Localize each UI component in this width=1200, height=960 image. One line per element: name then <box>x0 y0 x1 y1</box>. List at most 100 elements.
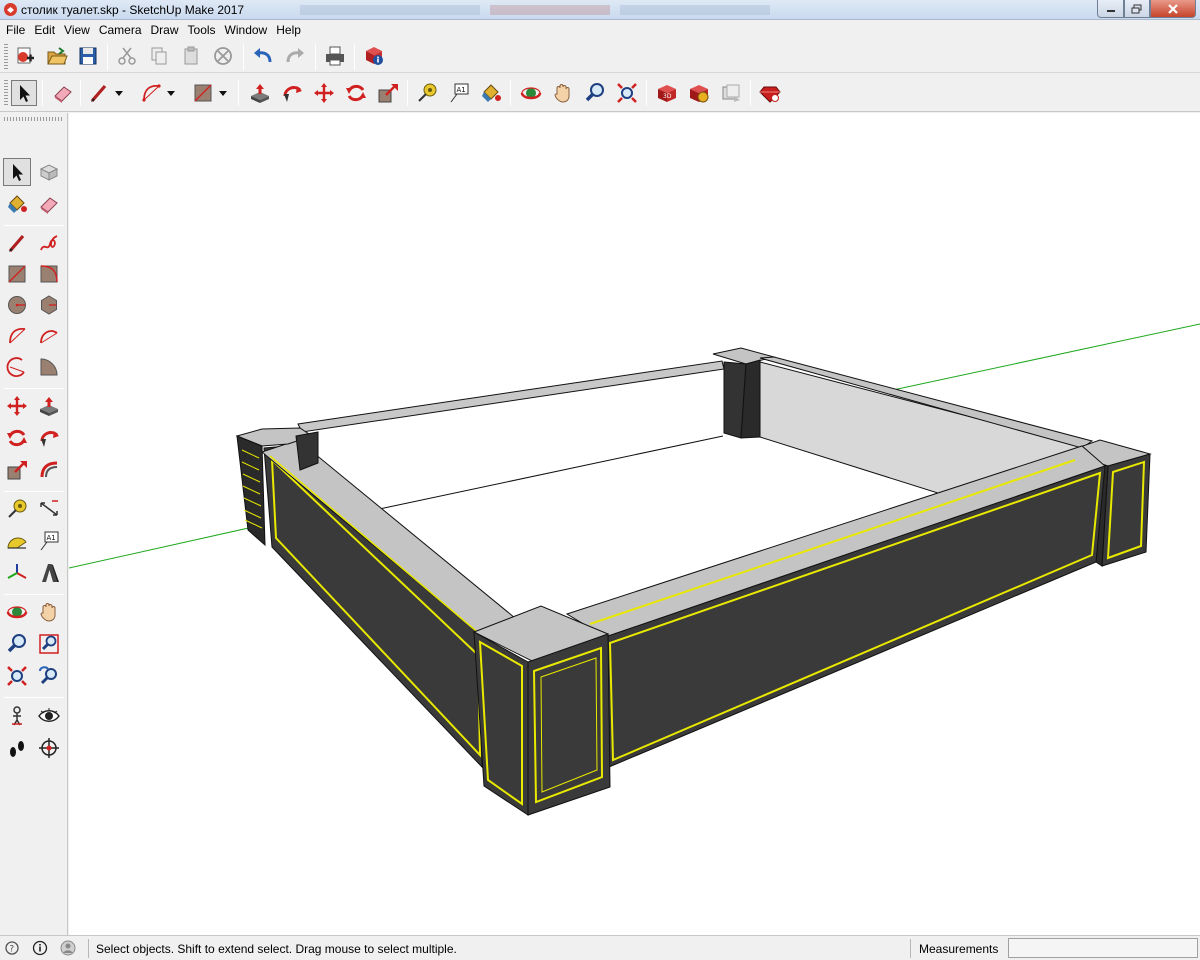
scale-tool-button[interactable] <box>3 456 31 484</box>
menu-draw[interactable]: Draw <box>151 23 185 37</box>
menu-camera[interactable]: Camera <box>99 23 148 37</box>
menu-file[interactable]: File <box>6 23 31 37</box>
layout-button[interactable] <box>718 80 744 106</box>
follow-me-tool-button[interactable] <box>279 80 305 106</box>
offset-tool-button[interactable] <box>35 456 63 484</box>
rotated-rectangle-tool-button[interactable] <box>35 260 63 288</box>
menu-window[interactable]: Window <box>225 23 274 37</box>
menu-help[interactable]: Help <box>276 23 307 37</box>
line-tool-button[interactable] <box>86 80 112 106</box>
arc-tool-button[interactable] <box>3 322 31 350</box>
two-point-arc-tool-button[interactable] <box>35 322 63 350</box>
scale-tool-button[interactable] <box>375 80 401 106</box>
toolbar-grip[interactable] <box>4 117 64 121</box>
pan-tool-button[interactable] <box>550 80 576 106</box>
push-pull-tool-button[interactable] <box>247 80 273 106</box>
text-icon: A1 <box>40 531 59 551</box>
toolbar-grip[interactable] <box>4 44 8 70</box>
close-button[interactable] <box>1150 0 1196 18</box>
look-around-tool-button[interactable] <box>35 702 63 730</box>
zoom-extents-icon <box>7 666 27 686</box>
cut-button[interactable] <box>114 43 140 69</box>
axes-tool-button[interactable] <box>3 559 31 587</box>
restore-button[interactable] <box>1124 0 1150 18</box>
orbit-tool-button[interactable] <box>3 598 31 626</box>
menu-view[interactable]: View <box>64 23 96 37</box>
redo-button[interactable] <box>282 43 308 69</box>
walk-tool-button[interactable] <box>3 734 31 762</box>
measurements-input[interactable] <box>1008 938 1198 958</box>
menu-edit[interactable]: Edit <box>34 23 61 37</box>
tape-measure-tool-button[interactable] <box>3 495 31 523</box>
eraser-tool-button[interactable] <box>50 80 76 106</box>
line-tool-button[interactable] <box>3 229 31 257</box>
select-icon <box>13 164 23 181</box>
orbit-tool-button[interactable] <box>518 80 544 106</box>
new-file-button[interactable] <box>12 43 38 69</box>
3d-text-tool-button[interactable] <box>35 559 63 587</box>
move-tool-button[interactable] <box>311 80 337 106</box>
erase-button[interactable] <box>210 43 236 69</box>
zoom-tool-button[interactable] <box>3 630 31 658</box>
select-icon <box>20 85 30 102</box>
geo-location-icon[interactable]: ? <box>4 940 20 956</box>
tape-measure-tool-button[interactable] <box>414 80 440 106</box>
select-tool-button[interactable] <box>11 80 37 106</box>
print-button[interactable] <box>322 43 348 69</box>
rectangle-icon <box>8 265 26 283</box>
pan-tool-button[interactable] <box>35 598 63 626</box>
rectangle-icon <box>194 84 212 102</box>
move-tool-button[interactable] <box>3 392 31 420</box>
push-pull-tool-button[interactable] <box>35 392 63 420</box>
undo-button[interactable] <box>250 43 276 69</box>
3d-warehouse-button[interactable]: 3D <box>654 80 680 106</box>
rotate-tool-button[interactable] <box>3 424 31 452</box>
save-button[interactable] <box>75 43 101 69</box>
svg-text:A1: A1 <box>457 86 466 94</box>
rectangle-tool-button[interactable] <box>3 260 31 288</box>
model-info-button[interactable] <box>361 43 387 69</box>
zoom-icon <box>585 83 604 102</box>
two-point-arc-icon <box>40 330 58 344</box>
rectangle-dropdown[interactable] <box>218 80 228 106</box>
text-tool-button[interactable]: A1 <box>446 80 472 106</box>
extension-warehouse-button[interactable] <box>686 80 712 106</box>
circle-tool-button[interactable] <box>3 291 31 319</box>
follow-me-tool-button[interactable] <box>35 424 63 452</box>
three-point-arc-tool-button[interactable] <box>3 353 31 381</box>
line-dropdown[interactable] <box>114 80 124 106</box>
paint-bucket-tool-button[interactable] <box>478 80 504 106</box>
open-button[interactable] <box>44 43 70 69</box>
pie-tool-button[interactable] <box>35 353 63 381</box>
previous-view-button[interactable] <box>35 662 63 690</box>
copy-button[interactable] <box>146 43 172 69</box>
eraser-tool-button[interactable] <box>35 190 63 218</box>
section-plane-tool-button[interactable] <box>35 734 63 762</box>
position-camera-tool-button[interactable] <box>3 702 31 730</box>
3d-viewport[interactable] <box>69 113 1200 935</box>
ruby-console-button[interactable] <box>757 80 783 106</box>
rotate-tool-button[interactable] <box>343 80 369 106</box>
text-tool-button[interactable]: A1 <box>35 527 63 555</box>
arc-tool-button[interactable] <box>138 80 164 106</box>
menu-tools[interactable]: Tools <box>188 23 222 37</box>
user-account-icon[interactable] <box>60 940 76 956</box>
make-component-button[interactable] <box>35 158 63 186</box>
select-tool-button[interactable] <box>3 158 31 186</box>
arc-dropdown[interactable] <box>166 80 176 106</box>
freehand-tool-button[interactable] <box>35 229 63 257</box>
toolbar-grip[interactable] <box>4 80 8 106</box>
credits-icon[interactable] <box>32 940 48 956</box>
zoom-extents-tool-button[interactable] <box>614 80 640 106</box>
dimension-tool-button[interactable] <box>35 495 63 523</box>
minimize-button[interactable] <box>1097 0 1124 18</box>
green-axis-left <box>69 524 263 569</box>
polygon-tool-button[interactable] <box>35 291 63 319</box>
zoom-tool-button[interactable] <box>582 80 608 106</box>
zoom-window-tool-button[interactable] <box>35 630 63 658</box>
rectangle-tool-button[interactable] <box>190 80 216 106</box>
paste-button[interactable] <box>178 43 204 69</box>
zoom-extents-tool-button[interactable] <box>3 662 31 690</box>
paint-bucket-tool-button[interactable] <box>3 190 31 218</box>
protractor-tool-button[interactable] <box>3 527 31 555</box>
